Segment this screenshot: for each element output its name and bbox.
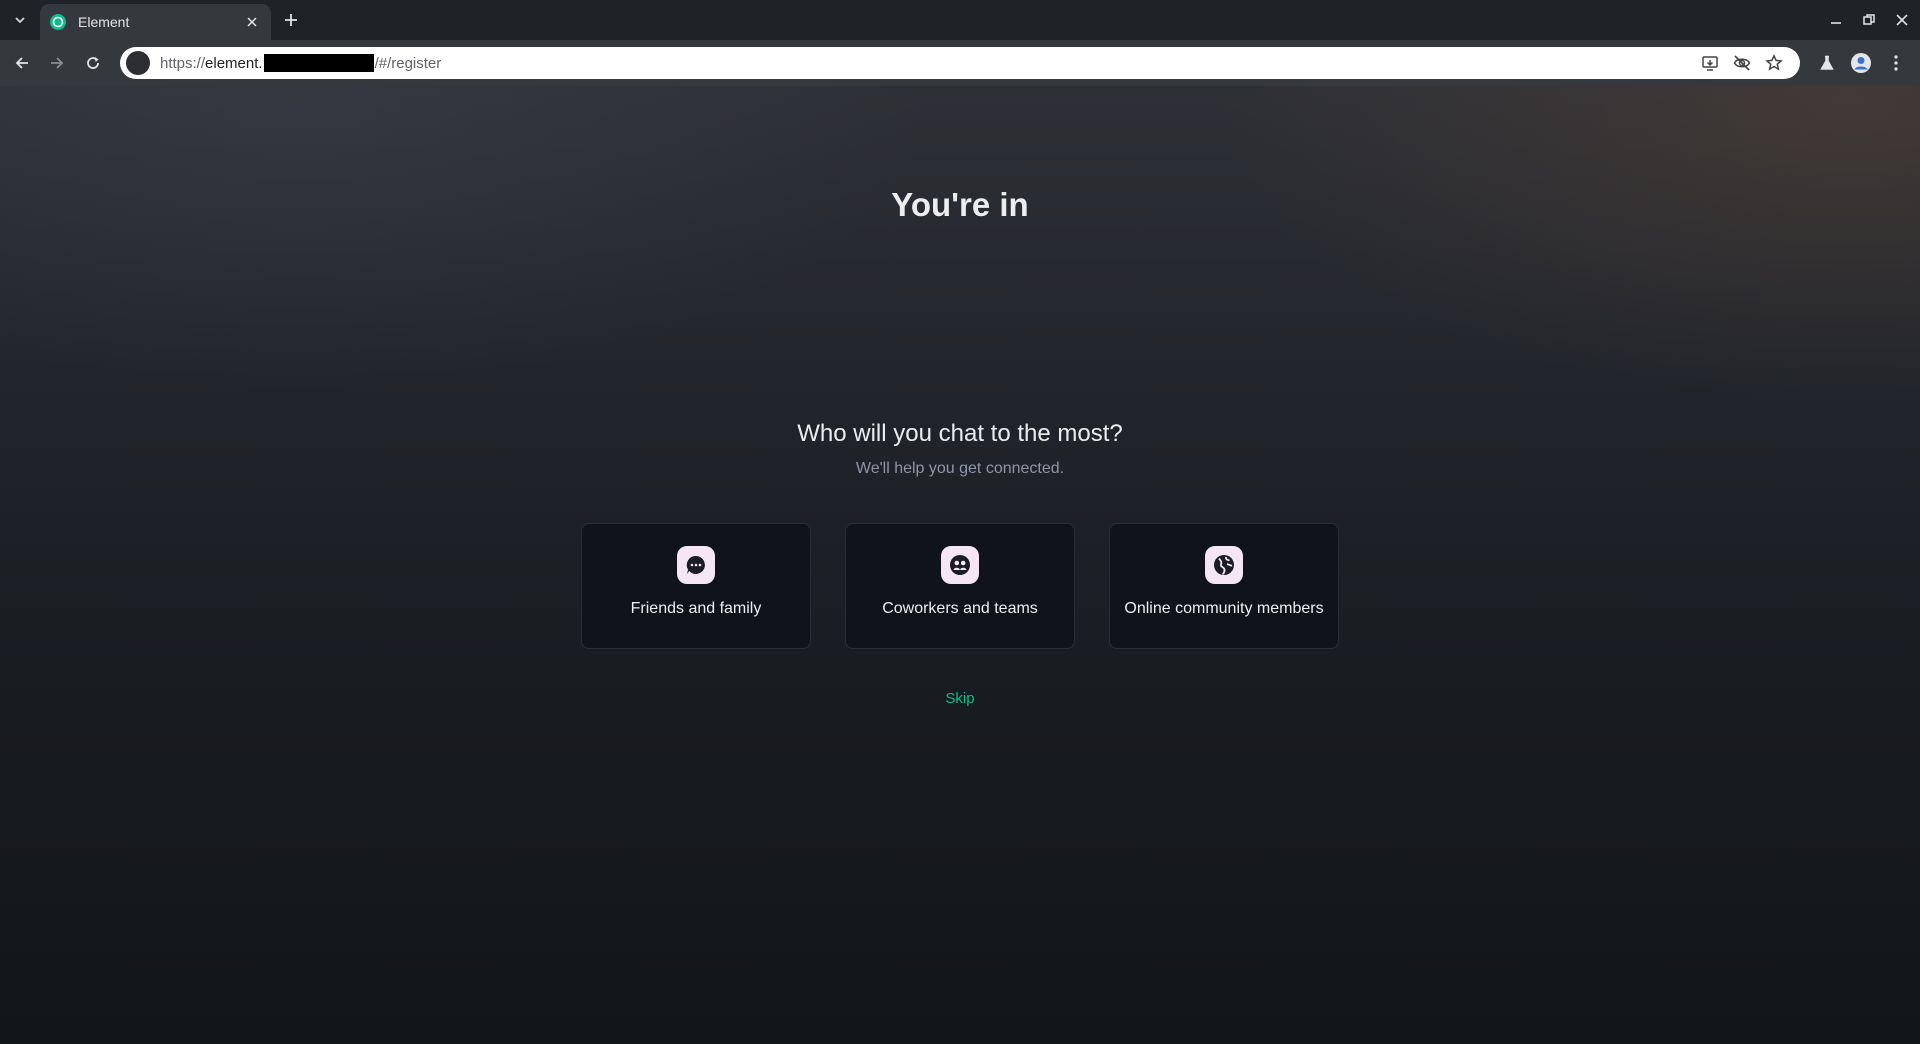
- url-text: https:// element. /#/register: [160, 54, 441, 72]
- url-host: element.: [205, 54, 263, 72]
- tab-title: Element: [78, 14, 130, 30]
- skip-link[interactable]: Skip: [945, 690, 974, 707]
- back-arrow-icon[interactable]: [10, 51, 34, 75]
- browser-tab-bar: Element: [0, 0, 1920, 40]
- redacted-block: [263, 54, 374, 72]
- option-label: Online community members: [1124, 600, 1324, 617]
- tab-search-chevron-icon[interactable]: [8, 8, 32, 32]
- registration-complete-page: You're in Who will you chat to the most?…: [0, 86, 1920, 1044]
- labs-flask-icon[interactable]: [1815, 51, 1839, 75]
- browser-tab[interactable]: Element: [40, 4, 271, 40]
- page-title: You're in: [891, 186, 1029, 223]
- forward-arrow-icon[interactable]: [45, 51, 69, 75]
- minimize-icon[interactable]: [1826, 10, 1846, 30]
- bookmark-star-icon[interactable]: [1764, 53, 1784, 73]
- skip-link-container: Skip: [0, 690, 1920, 707]
- globe-icon: [1205, 546, 1243, 584]
- option-online-community-members[interactable]: Online community members: [1109, 523, 1339, 649]
- url-path: /#/register: [374, 54, 442, 72]
- chat-bubble-icon: [677, 546, 715, 584]
- address-bar[interactable]: https:// element. /#/register: [120, 47, 1800, 79]
- browser-menu-kebab-icon[interactable]: [1884, 51, 1908, 75]
- option-label: Friends and family: [630, 600, 762, 617]
- site-info-icon[interactable]: [126, 51, 150, 75]
- new-tab-plus-icon[interactable]: [280, 9, 302, 31]
- tracking-protection-eye-off-icon[interactable]: [1732, 53, 1752, 73]
- team-icon: [941, 546, 979, 584]
- use-case-subtext: We'll help you get connected.: [855, 460, 1065, 477]
- browser-toolbar: https:// element. /#/register: [0, 40, 1920, 86]
- use-case-question: Who will you chat to the most?: [797, 420, 1123, 447]
- restore-icon[interactable]: [1859, 10, 1879, 30]
- option-friends-and-family[interactable]: Friends and family: [581, 523, 811, 649]
- url-scheme: https://: [160, 54, 206, 72]
- install-app-icon[interactable]: [1700, 53, 1720, 73]
- profile-avatar-icon[interactable]: [1849, 51, 1873, 75]
- close-window-icon[interactable]: [1892, 10, 1912, 30]
- option-label: Coworkers and teams: [882, 600, 1038, 617]
- tab-close-icon[interactable]: [243, 13, 261, 31]
- element-logo-icon: [50, 14, 66, 30]
- option-coworkers-and-teams[interactable]: Coworkers and teams: [845, 523, 1075, 649]
- reload-icon[interactable]: [81, 51, 105, 75]
